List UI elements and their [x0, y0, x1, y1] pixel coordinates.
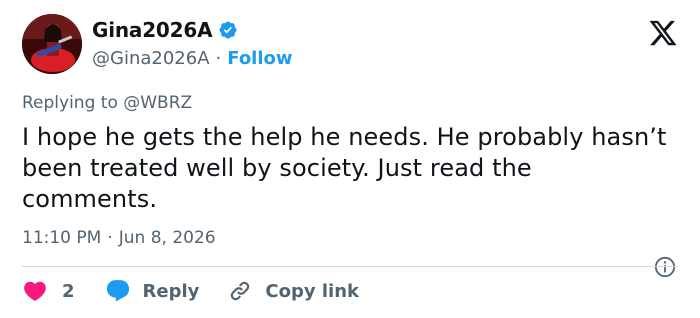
verified-badge-icon	[219, 21, 237, 39]
info-icon[interactable]	[654, 256, 676, 278]
reply-label: Reply	[142, 280, 200, 302]
like-count: 2	[62, 280, 75, 302]
copy-link-button[interactable]: Copy link	[227, 278, 359, 304]
speech-bubble-icon	[106, 280, 129, 302]
tweet-date: Jun 8, 2026	[118, 228, 216, 248]
tweet-text: I hope he gets the help he needs. He pro…	[22, 123, 667, 213]
like-button[interactable]: 2	[22, 278, 75, 304]
avatar[interactable]	[22, 14, 82, 74]
replying-to: Replying to @WBRZ	[22, 93, 192, 113]
follow-button[interactable]: Follow	[227, 48, 292, 69]
tweet-time: 11:10 PM	[22, 228, 102, 248]
reply-button[interactable]: Reply	[105, 278, 200, 304]
link-icon	[231, 281, 250, 301]
handle-row: @Gina2026A · Follow	[92, 48, 293, 69]
tweet-timestamp[interactable]: 11:10 PM · Jun 8, 2026	[22, 228, 216, 248]
replying-prefix: Replying to	[22, 93, 124, 113]
timestamp-separator: ·	[107, 228, 113, 248]
copy-link-label: Copy link	[265, 280, 359, 302]
user-handle[interactable]: @Gina2026A	[92, 48, 210, 69]
user-name-row: Gina2026A	[92, 18, 238, 42]
display-name[interactable]: Gina2026A	[92, 18, 213, 42]
handle-separator: ·	[215, 48, 222, 69]
divider	[22, 266, 678, 267]
replying-mention[interactable]: @WBRZ	[123, 93, 192, 113]
heart-icon	[24, 281, 46, 301]
avatar-photo	[22, 14, 82, 74]
x-logo-icon[interactable]	[648, 18, 678, 48]
action-bar: 2 Reply Copy link	[22, 278, 359, 304]
